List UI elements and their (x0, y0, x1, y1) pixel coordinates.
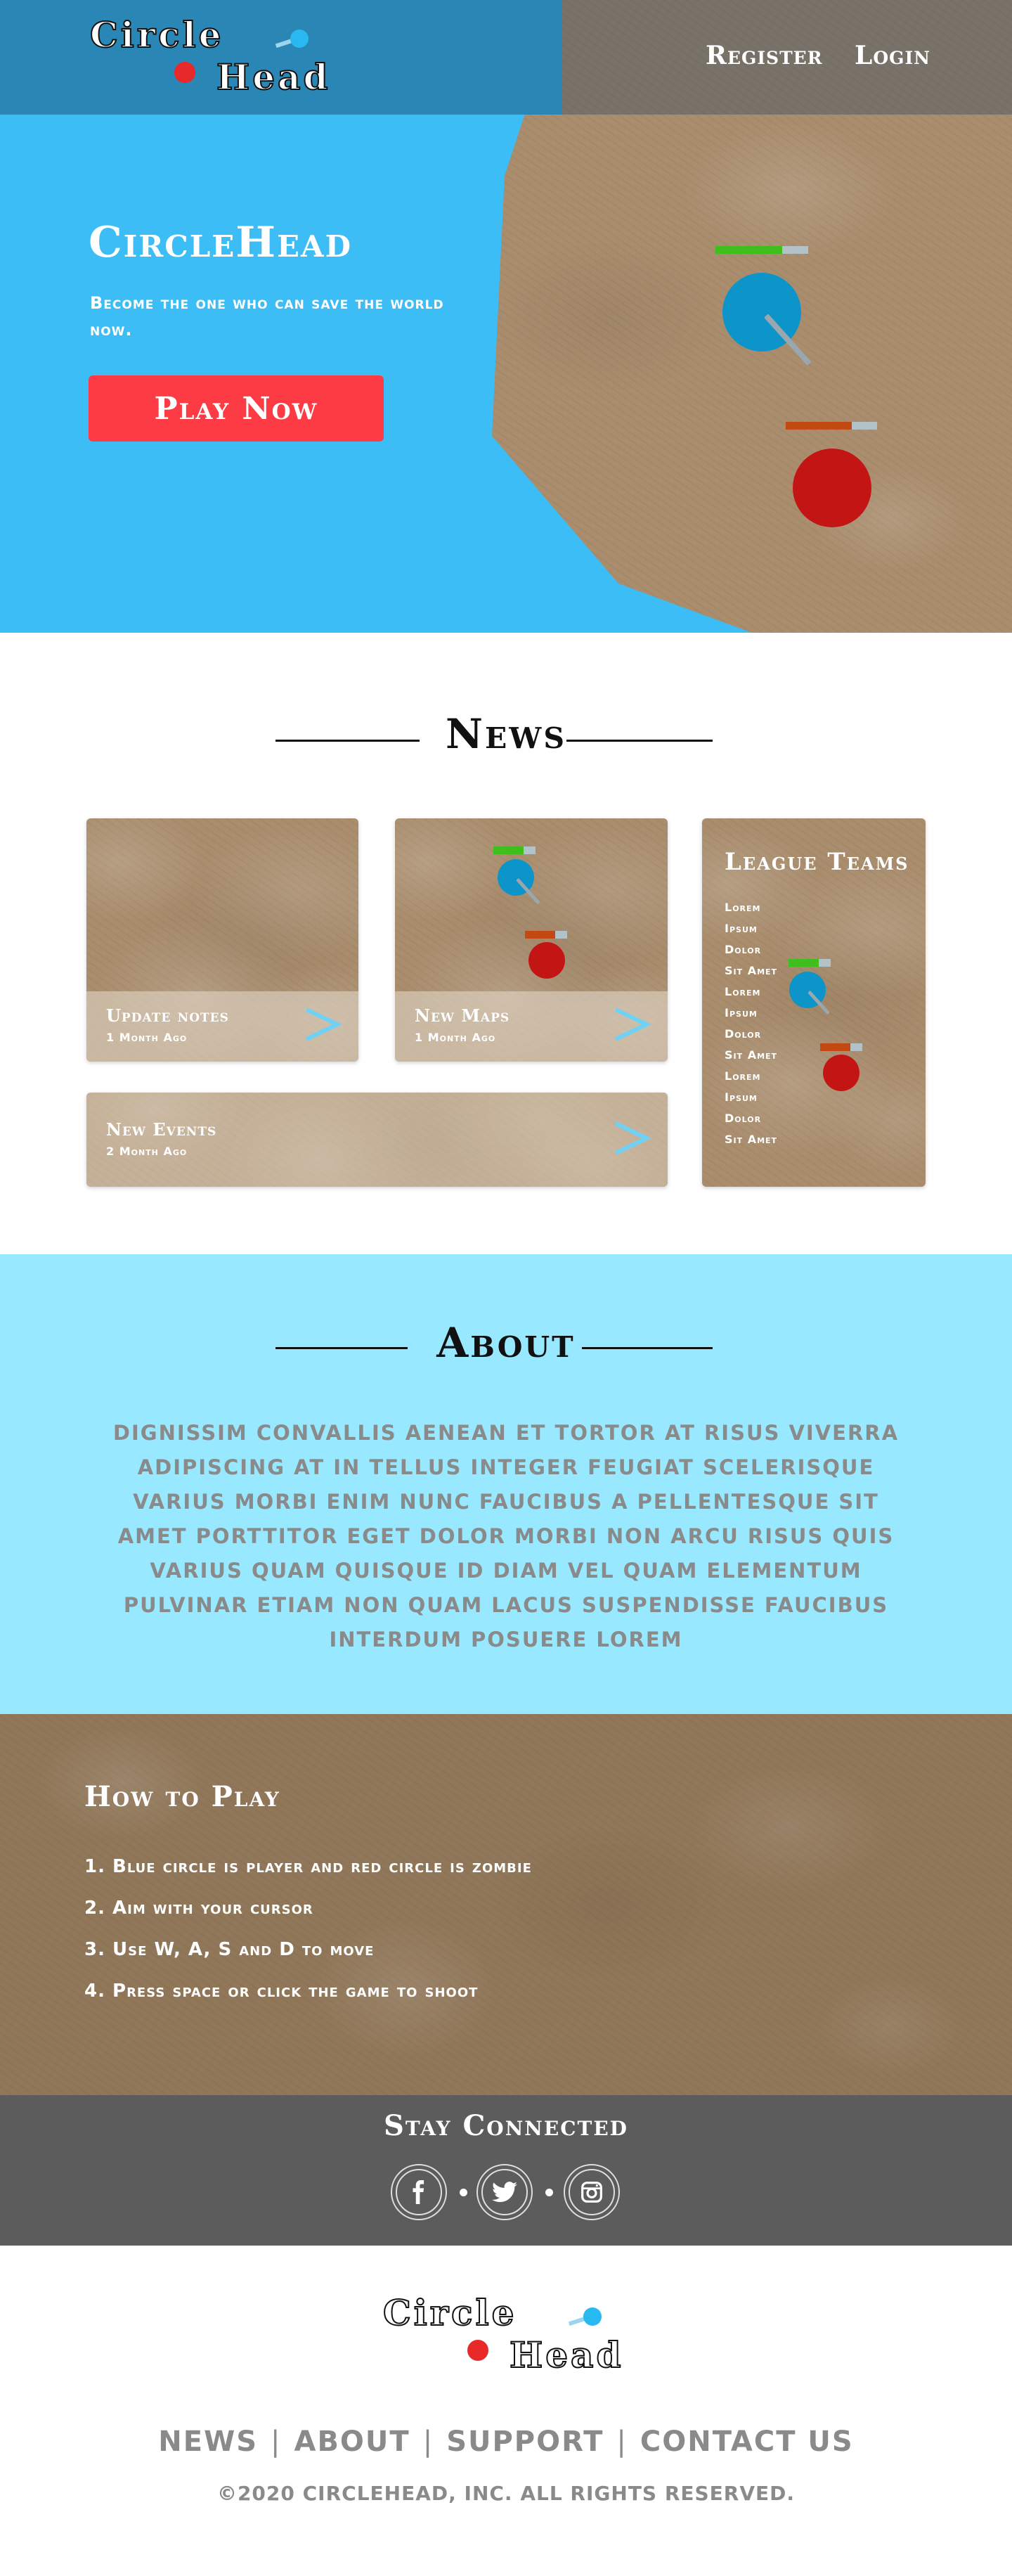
league-team-item[interactable]: Sit Amet (725, 1129, 777, 1150)
card-date: 1 Month Ago (415, 1031, 496, 1044)
chevron-right-icon (614, 1007, 651, 1041)
card-caption-band (86, 1093, 668, 1187)
logo-red-dot (174, 62, 195, 83)
league-team-item[interactable]: Lorem (725, 981, 777, 1003)
stay-connected-section: Stay Connected (0, 2095, 1012, 2246)
health-empty (850, 1043, 862, 1051)
league-team-item[interactable]: Sit Amet (725, 1045, 777, 1066)
league-team-item[interactable]: Ipsum (725, 1003, 777, 1024)
preview-zombie-health-bar (525, 931, 567, 939)
league-team-list: Lorem Ipsum Dolor Sit Amet Lorem Ipsum D… (725, 897, 777, 1150)
league-team-item[interactable]: Dolor (725, 1024, 777, 1045)
zombie-health-empty (851, 422, 877, 430)
health-empty (819, 959, 831, 967)
footer-link-separator: | (271, 2426, 282, 2458)
separator-dot (460, 2189, 467, 2196)
card-date: 1 Month Ago (106, 1031, 188, 1044)
logo-blue-dot (290, 30, 309, 48)
instagram-link[interactable] (564, 2164, 620, 2220)
health-fill (820, 1043, 851, 1051)
zombie-circle (793, 449, 871, 527)
league-teams-panel: League Teams Lorem Ipsum Dolor Sit Amet … (702, 818, 926, 1187)
logo-word-circle: Circle (89, 13, 224, 56)
copyright: ©2020 CIRCLEHEAD, INC. ALL RIGHTS RESERV… (216, 2482, 796, 2505)
league-player-health-bar (789, 959, 831, 967)
logo-word-head: Head (216, 56, 331, 98)
league-zombie-health-bar (820, 1043, 862, 1051)
how-to-play-steps: 1. Blue circle is player and red circle … (84, 1846, 532, 2012)
how-to-play-step: 4. Press space or click the game to shoo… (84, 1981, 479, 2002)
hero-subtitle: Become the one who can save the world no… (90, 293, 444, 340)
hero-title: CircleHead (89, 218, 352, 267)
health-fill (525, 931, 556, 939)
about-title: About (436, 1319, 576, 1367)
league-team-item[interactable]: Ipsum (725, 1087, 777, 1108)
league-zombie-circle (823, 1055, 859, 1091)
card-title: Update notes (106, 1005, 229, 1026)
facebook-icon (396, 2169, 442, 2215)
league-team-item[interactable]: Ipsum (725, 918, 777, 939)
league-team-item[interactable]: Lorem (725, 1066, 777, 1087)
logo-blue-dot (583, 2307, 602, 2326)
instagram-icon (569, 2169, 615, 2215)
footer-link-news[interactable]: NEWS (158, 2426, 258, 2458)
logo-red-dot (467, 2340, 488, 2361)
league-team-item[interactable]: Lorem (725, 897, 777, 918)
league-team-item[interactable]: Dolor (725, 1108, 777, 1129)
health-fill (789, 959, 819, 967)
about-text: Dignissim convallis aenean et tortor at … (112, 1421, 900, 1651)
how-to-play-step: 1. Blue circle is player and red circle … (84, 1856, 532, 1877)
footer-link-separator: | (616, 2426, 628, 2458)
chevron-right-icon (614, 1121, 651, 1155)
how-to-play-step: 3. Use W, A, S and D to move (84, 1939, 375, 1960)
zombie-health-bar (786, 422, 877, 430)
how-to-play-title: How to Play (84, 1780, 280, 1813)
health-fill (493, 846, 524, 854)
news-card-new-events[interactable]: New Events 2 Month Ago (86, 1093, 668, 1187)
health-empty (524, 846, 536, 854)
zombie-health-fill (786, 422, 852, 430)
news-card-new-maps[interactable]: New Maps 1 Month Ago (395, 818, 668, 1062)
card-title: New Events (106, 1119, 217, 1140)
news-card-update-notes[interactable]: Update notes 1 Month Ago (86, 818, 358, 1062)
footer-link-separator: | (422, 2426, 434, 2458)
stay-connected-title: Stay Connected (384, 2109, 628, 2142)
how-to-play-step: 2. Aim with your cursor (84, 1898, 313, 1919)
league-team-item[interactable]: Dolor (725, 939, 777, 960)
league-team-item[interactable]: Sit Amet (725, 960, 777, 981)
player-health-bar (715, 246, 808, 254)
logo[interactable]: Circle Head (89, 13, 343, 105)
card-title: New Maps (415, 1005, 510, 1026)
footer-logo[interactable]: Circle Head (382, 2291, 636, 2383)
preview-player-health-bar (493, 846, 536, 854)
login-link[interactable]: Login (855, 41, 930, 70)
logo-word-head: Head (509, 2333, 624, 2376)
hero-section: Circle Head Register Login CircleHead Be… (0, 0, 1012, 633)
player-health-empty (782, 246, 808, 254)
about-section: About Dignissim convallis aenean et tort… (0, 1254, 1012, 1714)
card-date: 2 Month Ago (106, 1145, 188, 1158)
health-empty (555, 931, 567, 939)
about-title-line-right (582, 1347, 713, 1349)
play-now-button[interactable]: Play Now (89, 375, 384, 442)
logo-word-circle: Circle (382, 2291, 517, 2334)
preview-zombie-circle (528, 942, 565, 979)
twitter-link[interactable] (476, 2164, 533, 2220)
player-health-fill (715, 246, 783, 254)
news-title-line-right (566, 740, 713, 742)
chevron-right-icon (305, 1007, 342, 1041)
register-link[interactable]: Register (706, 41, 823, 70)
league-title: League Teams (725, 848, 909, 876)
footer-link-contact-us[interactable]: CONTACT US (640, 2426, 854, 2458)
footer-nav: NEWS | ABOUT | SUPPORT | CONTACT US (0, 2426, 1012, 2458)
twitter-icon (481, 2169, 528, 2215)
facebook-link[interactable] (391, 2164, 447, 2220)
separator-dot (545, 2189, 553, 2196)
how-to-play-section: How to Play 1. Blue circle is player and… (0, 1714, 1012, 2095)
footer-link-support[interactable]: SUPPORT (446, 2426, 604, 2458)
footer-link-about[interactable]: ABOUT (294, 2426, 410, 2458)
news-title: News (446, 710, 566, 758)
